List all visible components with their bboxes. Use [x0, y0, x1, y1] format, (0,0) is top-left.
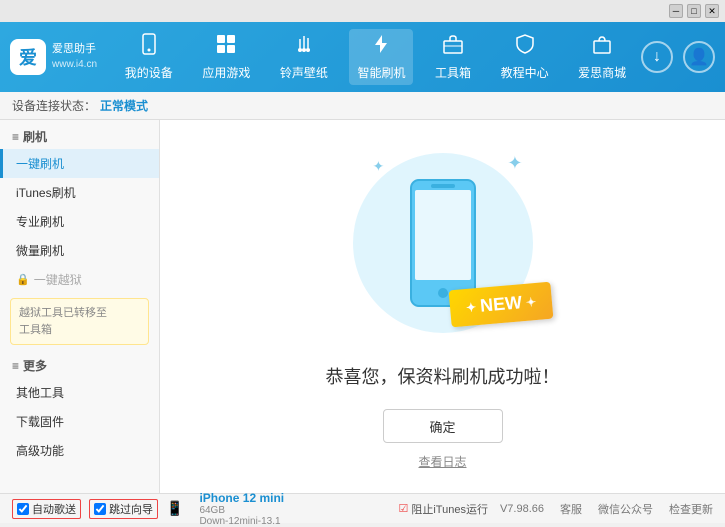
check-update-link[interactable]: 检查更新: [669, 501, 713, 517]
sidebar-item-jailbreak: 🔒 一键越狱: [0, 265, 159, 294]
auto-send-label: 自动歌送: [32, 501, 76, 517]
nav-label-toolbox: 工具箱: [435, 64, 471, 81]
skip-guide-checkbox[interactable]: [94, 503, 106, 515]
nav-item-smart-flash[interactable]: 智能刷机: [349, 29, 413, 85]
device-name: iPhone 12 mini: [199, 491, 284, 505]
success-text: 恭喜您，保资料刷机成功啦！: [326, 363, 560, 389]
maximize-button[interactable]: □: [687, 4, 701, 18]
sidebar-item-micro-flash[interactable]: 微量刷机: [0, 236, 159, 265]
close-button[interactable]: ✕: [705, 4, 719, 18]
secondary-link[interactable]: 查看日志: [418, 453, 466, 470]
sidebar-item-pro-flash[interactable]: 专业刷机: [0, 207, 159, 236]
title-bar: ─ □ ✕: [0, 0, 725, 22]
user-button[interactable]: 👤: [683, 41, 715, 73]
illustration: NEW ✦ ✦: [343, 143, 543, 343]
nav-items: 我的设备 应用游戏 铃声壁纸 智能刷机 工具箱: [110, 29, 641, 85]
nav-label-smart-flash: 智能刷机: [357, 64, 405, 81]
sidebar-label-download-firmware: 下载固件: [16, 415, 64, 429]
sidebar-item-one-key-flash[interactable]: 一键刷机: [0, 149, 159, 178]
device-version: Down-12mini-13.1: [199, 516, 284, 527]
sidebar-section-more: ≡ 更多: [0, 349, 159, 378]
flash-section-icon: ≡: [12, 130, 19, 144]
nav-item-apps-games[interactable]: 应用游戏: [194, 29, 258, 85]
ringtone-icon: [293, 33, 315, 61]
download-button[interactable]: ↓: [641, 41, 673, 73]
device-storage: 64GB: [199, 505, 284, 516]
sidebar-note: 越狱工具已转移至 工具箱: [10, 298, 149, 345]
nav-label-ringtones: 铃声壁纸: [280, 64, 328, 81]
toolbox-icon: [442, 33, 464, 61]
nav-item-tutorial[interactable]: 教程中心: [493, 29, 557, 85]
itunes-notice: ☑ 阻止iTunes运行: [398, 501, 487, 517]
sidebar-label-other-tools: 其他工具: [16, 386, 64, 400]
new-badge: NEW: [449, 282, 554, 328]
logo-area: 爱 爱思助手 www.i4.cn: [10, 39, 110, 75]
status-bar: 设备连接状态： 正常模式: [0, 92, 725, 120]
confirm-button[interactable]: 确定: [383, 409, 503, 443]
main-layout: ≡ 刷机 一键刷机 iTunes刷机 专业刷机 微量刷机 🔒 一键越狱 越狱工具…: [0, 120, 725, 493]
sidebar-item-download-firmware[interactable]: 下载固件: [0, 407, 159, 436]
sidebar-section2-title: 更多: [23, 357, 47, 374]
nav-label-tutorial: 教程中心: [501, 64, 549, 81]
sidebar-note-line1: 越狱工具已转移至: [19, 305, 140, 322]
nav-label-shop: 爱思商城: [578, 64, 626, 81]
device-small-icon: 📱: [166, 500, 183, 517]
confirm-button-label: 确定: [429, 417, 455, 436]
flash-icon: [370, 33, 392, 61]
customer-service-link[interactable]: 客服: [560, 501, 582, 517]
itunes-notice-label: 阻止iTunes运行: [411, 501, 488, 517]
more-section-icon: ≡: [12, 359, 19, 373]
tutorial-icon: [514, 33, 536, 61]
sidebar-item-advanced[interactable]: 高级功能: [0, 436, 159, 465]
apps-icon: [215, 33, 237, 61]
minimize-button[interactable]: ─: [669, 4, 683, 18]
bottom-left: 自动歌送 跳过向导 📱 iPhone 12 mini 64GB Down-12m…: [12, 491, 386, 527]
phone-icon: [138, 33, 160, 61]
lock-icon: 🔒: [16, 273, 30, 286]
wechat-link[interactable]: 微信公众号: [598, 501, 653, 517]
skip-guide-checkbox-label[interactable]: 跳过向导: [89, 499, 158, 519]
nav-item-ringtones[interactable]: 铃声壁纸: [272, 29, 336, 85]
sidebar-label-micro-flash: 微量刷机: [16, 244, 64, 258]
nav-label-apps-games: 应用游戏: [202, 64, 250, 81]
auto-send-checkbox[interactable]: [17, 503, 29, 515]
logo-text: 爱思助手 www.i4.cn: [52, 42, 97, 71]
bottom-bar: 自动歌送 跳过向导 📱 iPhone 12 mini 64GB Down-12m…: [0, 493, 725, 523]
sidebar-item-itunes-flash[interactable]: iTunes刷机: [0, 178, 159, 207]
sidebar-section-flash: ≡ 刷机: [0, 120, 159, 149]
itunes-check-icon: ☑: [398, 502, 408, 515]
logo-icon: 爱: [10, 39, 46, 75]
status-label: 设备连接状态：: [12, 97, 96, 114]
sidebar-label-jailbreak: 一键越狱: [34, 271, 82, 288]
sidebar-label-advanced: 高级功能: [16, 444, 64, 458]
nav-label-my-device: 我的设备: [125, 64, 173, 81]
logo-url: www.i4.cn: [52, 58, 97, 72]
status-value: 正常模式: [100, 97, 148, 114]
sidebar-note-line2: 工具箱: [19, 322, 140, 339]
sidebar-label-one-key-flash: 一键刷机: [16, 157, 64, 171]
content-area: NEW ✦ ✦ 恭喜您，保资料刷机成功啦！ 确定 查看日志: [160, 120, 725, 493]
skip-guide-label: 跳过向导: [109, 501, 153, 517]
bottom-right: V7.98.66 客服 微信公众号 检查更新: [500, 501, 713, 517]
nav-item-toolbox[interactable]: 工具箱: [427, 29, 479, 85]
nav-right: ↓ 👤: [641, 41, 715, 73]
version-label: V7.98.66: [500, 503, 544, 515]
sidebar-label-pro-flash: 专业刷机: [16, 215, 64, 229]
sidebar: ≡ 刷机 一键刷机 iTunes刷机 专业刷机 微量刷机 🔒 一键越狱 越狱工具…: [0, 120, 160, 493]
sparkle-tr: ✦: [507, 153, 522, 174]
logo-name: 爱思助手: [52, 42, 97, 57]
nav-item-shop[interactable]: 爱思商城: [570, 29, 634, 85]
nav-item-my-device[interactable]: 我的设备: [117, 29, 181, 85]
sidebar-item-other-tools[interactable]: 其他工具: [0, 378, 159, 407]
shop-icon: [591, 33, 613, 61]
device-info: iPhone 12 mini 64GB Down-12mini-13.1: [199, 491, 284, 527]
header: 爱 爱思助手 www.i4.cn 我的设备 应用游戏 铃声壁纸: [0, 22, 725, 92]
sidebar-section1-title: 刷机: [23, 128, 47, 145]
sidebar-label-itunes-flash: iTunes刷机: [16, 186, 76, 200]
auto-send-checkbox-label[interactable]: 自动歌送: [12, 499, 81, 519]
sparkle-tl: ✦: [373, 158, 385, 175]
